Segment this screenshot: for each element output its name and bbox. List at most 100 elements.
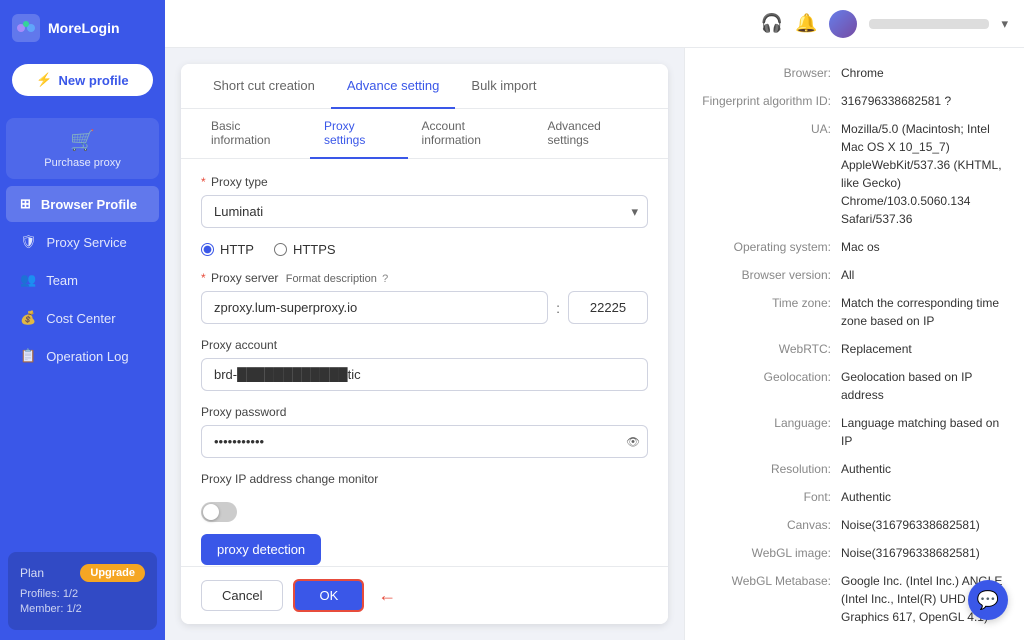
hw-accel-key: Hardware acceleration: <box>701 636 841 640</box>
profiles-value: 1/2 <box>63 588 78 600</box>
ua-value: Mozilla/5.0 (Macintosh; Intel Mac OS X 1… <box>841 120 1008 228</box>
server-host-input[interactable] <box>201 291 548 324</box>
chevron-down-icon[interactable]: ▾ <box>1001 16 1008 32</box>
sidebar-item-cost-center[interactable]: 💰 Cost Center <box>6 300 159 336</box>
eye-icon[interactable]: 👁 <box>626 435 640 448</box>
colon-separator: : <box>556 300 560 316</box>
webgl-meta-row: WebGL Metabase: Google Inc. (Intel Inc.)… <box>701 572 1008 626</box>
new-profile-button[interactable]: ⚡ New profile <box>12 64 153 96</box>
help-icon[interactable]: ? <box>382 273 388 285</box>
proxy-type-select[interactable]: Luminati <box>201 195 648 228</box>
sidebar-item-label: Cost Center <box>46 311 115 326</box>
sub-tab-advanced[interactable]: Advanced settings <box>533 109 652 159</box>
tab-advance[interactable]: Advance setting <box>331 64 456 109</box>
proxy-account-field: Proxy account <box>201 338 648 391</box>
sidebar-item-team[interactable]: 👥 Team <box>6 262 159 298</box>
timezone-key: Time zone: <box>701 294 841 330</box>
proxy-type-label: * Proxy type <box>201 175 648 189</box>
content-area: Short cut creation Advance setting Bulk … <box>165 48 1024 640</box>
fingerprint-info-panel: Browser: Chrome Fingerprint algorithm ID… <box>684 48 1024 640</box>
os-key: Operating system: <box>701 238 841 256</box>
purchase-proxy-nav[interactable]: 🛒 Purchase proxy <box>6 118 159 179</box>
sub-tab-account[interactable]: Account information <box>408 109 534 159</box>
sidebar-item-label: Browser Profile <box>41 197 137 212</box>
username-display <box>869 19 989 29</box>
webrtc-row: WebRTC: Replacement <box>701 340 1008 358</box>
https-radio-label[interactable]: HTTPS <box>274 242 336 257</box>
proxy-account-input[interactable] <box>201 358 648 391</box>
shield-icon: 🛡 <box>20 234 37 250</box>
language-value: Language matching based on IP <box>841 414 1008 450</box>
geolocation-value: Geolocation based on IP address <box>841 368 1008 404</box>
http-radio[interactable] <box>201 243 214 256</box>
sidebar-item-label: Team <box>46 273 78 288</box>
ip-change-label: Proxy IP address change monitor <box>201 472 648 488</box>
sidebar-item-browser-profile[interactable]: ⊞ Browser Profile <box>6 186 159 222</box>
form-footer: Cancel OK ← <box>181 566 668 624</box>
font-row: Font: Authentic <box>701 488 1008 506</box>
grid-icon: ⊞ <box>20 196 31 212</box>
language-key: Language: <box>701 414 841 450</box>
tab-shortcut[interactable]: Short cut creation <box>197 64 331 109</box>
ok-button[interactable]: OK <box>293 579 364 612</box>
os-row: Operating system: Mac os <box>701 238 1008 256</box>
users-icon: 👥 <box>20 272 36 288</box>
sidebar-plan-section: Plan Upgrade Profiles: 1/2 Member: 1/2 <box>8 552 157 630</box>
member-value: 1/2 <box>66 603 81 615</box>
resolution-value: Authentic <box>841 460 1008 478</box>
app-logo: MoreLogin <box>0 0 165 56</box>
format-description-label: Format description <box>286 273 377 285</box>
browser-version-key: Browser version: <box>701 266 841 284</box>
webgl-meta-key: WebGL Metabase: <box>701 572 841 626</box>
http-label-text: HTTP <box>220 242 254 257</box>
member-label: Member: <box>20 603 63 615</box>
proxy-detection-button[interactable]: proxy detection <box>201 534 321 565</box>
main-area: 🎧 🔔 ▾ Short cut creation Advance setting… <box>165 0 1024 640</box>
password-input-wrapper: 👁 <box>201 425 648 458</box>
sidebar-item-label: Proxy Service <box>47 235 127 250</box>
webrtc-value: Replacement <box>841 340 1008 358</box>
canvas-key: Canvas: <box>701 516 841 534</box>
https-radio[interactable] <box>274 243 287 256</box>
sidebar-item-label: Operation Log <box>46 349 128 364</box>
bell-icon[interactable]: 🔔 <box>795 13 817 34</box>
protocol-radio-group: HTTP HTTPS <box>201 242 648 257</box>
sidebar: MoreLogin ⚡ New profile 🛒 Purchase proxy… <box>0 0 165 640</box>
https-label-text: HTTPS <box>293 242 336 257</box>
dollar-icon: 💰 <box>20 310 36 326</box>
proxy-server-label-text: Proxy server <box>211 271 278 285</box>
timezone-value: Match the corresponding time zone based … <box>841 294 1008 330</box>
proxy-password-label: Proxy password <box>201 405 648 419</box>
sidebar-item-operation-log[interactable]: 📋 Operation Log <box>6 338 159 374</box>
avatar <box>829 10 857 38</box>
headset-icon[interactable]: 🎧 <box>761 13 783 34</box>
cancel-button[interactable]: Cancel <box>201 580 283 611</box>
ua-row: UA: Mozilla/5.0 (Macintosh; Intel Mac OS… <box>701 120 1008 228</box>
geolocation-row: Geolocation: Geolocation based on IP add… <box>701 368 1008 404</box>
sub-tab-basic[interactable]: Basic information <box>197 109 310 159</box>
canvas-row: Canvas: Noise(316796338682581) <box>701 516 1008 534</box>
proxy-server-label: * Proxy server Format description ? <box>201 271 648 285</box>
proxy-account-label: Proxy account <box>201 338 648 352</box>
font-key: Font: <box>701 488 841 506</box>
sub-tabs: Basic information Proxy settings Account… <box>181 109 668 159</box>
sidebar-item-proxy-service[interactable]: 🛡 Proxy Service <box>6 224 159 260</box>
sub-tab-proxy[interactable]: Proxy settings <box>310 109 408 159</box>
ip-change-toggle[interactable] <box>201 502 237 522</box>
webrtc-key: WebRTC: <box>701 340 841 358</box>
purchase-proxy-label: Purchase proxy <box>44 157 120 169</box>
toggle-container <box>201 502 648 522</box>
list-icon: 📋 <box>20 348 36 364</box>
info-rows: Browser: Chrome Fingerprint algorithm ID… <box>701 64 1008 640</box>
http-radio-label[interactable]: HTTP <box>201 242 254 257</box>
ip-change-toggle-row: Proxy IP address change monitor <box>201 472 648 488</box>
chat-bubble-button[interactable]: 💬 <box>968 580 1008 620</box>
proxy-password-input[interactable] <box>201 425 648 458</box>
browser-value: Chrome <box>841 64 1008 82</box>
toggle-knob <box>203 504 219 520</box>
resolution-row: Resolution: Authentic <box>701 460 1008 478</box>
server-port-input[interactable] <box>568 291 648 324</box>
upgrade-button[interactable]: Upgrade <box>80 564 145 582</box>
geolocation-key: Geolocation: <box>701 368 841 404</box>
tab-bulk[interactable]: Bulk import <box>455 64 552 109</box>
